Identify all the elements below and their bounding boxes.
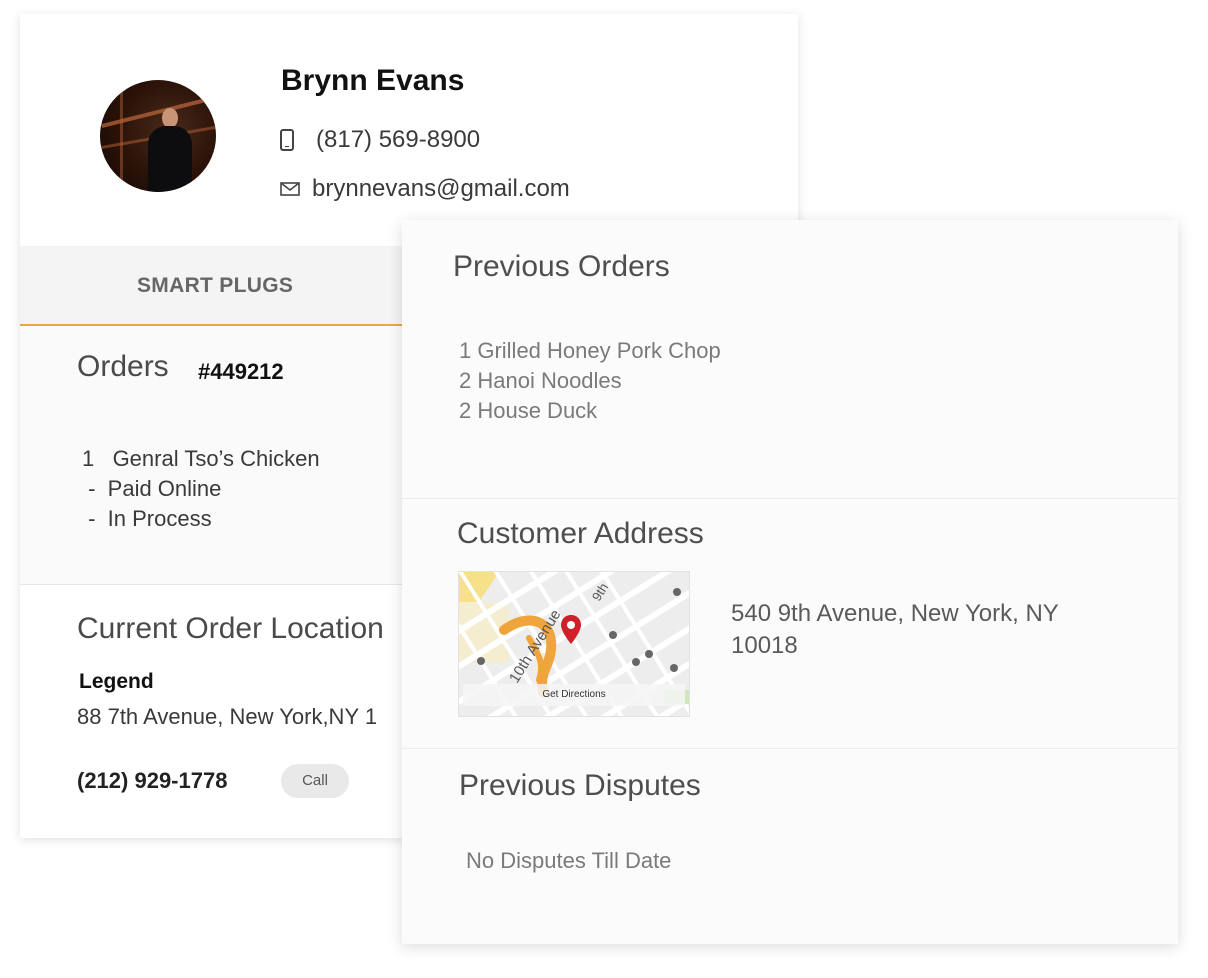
order-line-item: 1 Genral Tso’s Chicken [82,446,320,471]
avatar [100,80,216,192]
customer-address-text: 540 9th Avenue, New York, NY 10018 [731,600,1059,659]
map-pin-icon [561,615,581,644]
previous-orders-title: Previous Orders [453,250,670,283]
address-map[interactable]: 10th Avenue 9th Get Directions [458,571,690,717]
previous-disputes-section: Previous Disputes No Disputes Till Date [402,748,1178,944]
disputes-status: No Disputes Till Date [466,848,672,873]
order-progress-status: - In Process [82,506,212,531]
email-row: brynnevans@gmail.com [280,175,570,203]
customer-name: Brynn Evans [281,64,465,97]
customer-address-section: Customer Address 10th Avenue 9th Get Dir… [402,498,1178,749]
previous-disputes-title: Previous Disputes [459,769,701,802]
location-title: Current Order Location [77,612,384,645]
call-button[interactable]: Call [281,764,349,798]
location-address: 88 7th Avenue, New York,NY 1 [77,704,378,729]
previous-order-item: 2 House Duck [459,398,598,423]
previous-order-item: 1 Grilled Honey Pork Chop [459,338,721,363]
profile-header: Brynn Evans (817) 569-8900 brynnevans@gm… [20,14,798,246]
mail-icon [280,182,300,196]
customer-history-card: Previous Orders 1 Grilled Honey Pork Cho… [402,220,1178,944]
previous-order-item: 2 Hanoi Noodles [459,368,622,393]
get-directions-link[interactable]: Get Directions [463,684,685,706]
phone-icon [280,129,294,151]
customer-address-title: Customer Address [457,517,704,550]
location-phone: (212) 929-1778 [77,768,228,793]
legend-label: Legend [79,670,154,693]
customer-phone[interactable]: (817) 569-8900 [316,126,480,154]
tab-smart-plugs[interactable]: SMART PLUGS [137,274,293,298]
order-payment-status: - Paid Online [82,476,222,501]
phone-row: (817) 569-8900 [280,126,480,154]
orders-title: Orders [77,350,169,383]
order-number: #449212 [198,359,284,384]
previous-orders-section: Previous Orders 1 Grilled Honey Pork Cho… [402,220,1178,499]
customer-email[interactable]: brynnevans@gmail.com [312,175,570,203]
